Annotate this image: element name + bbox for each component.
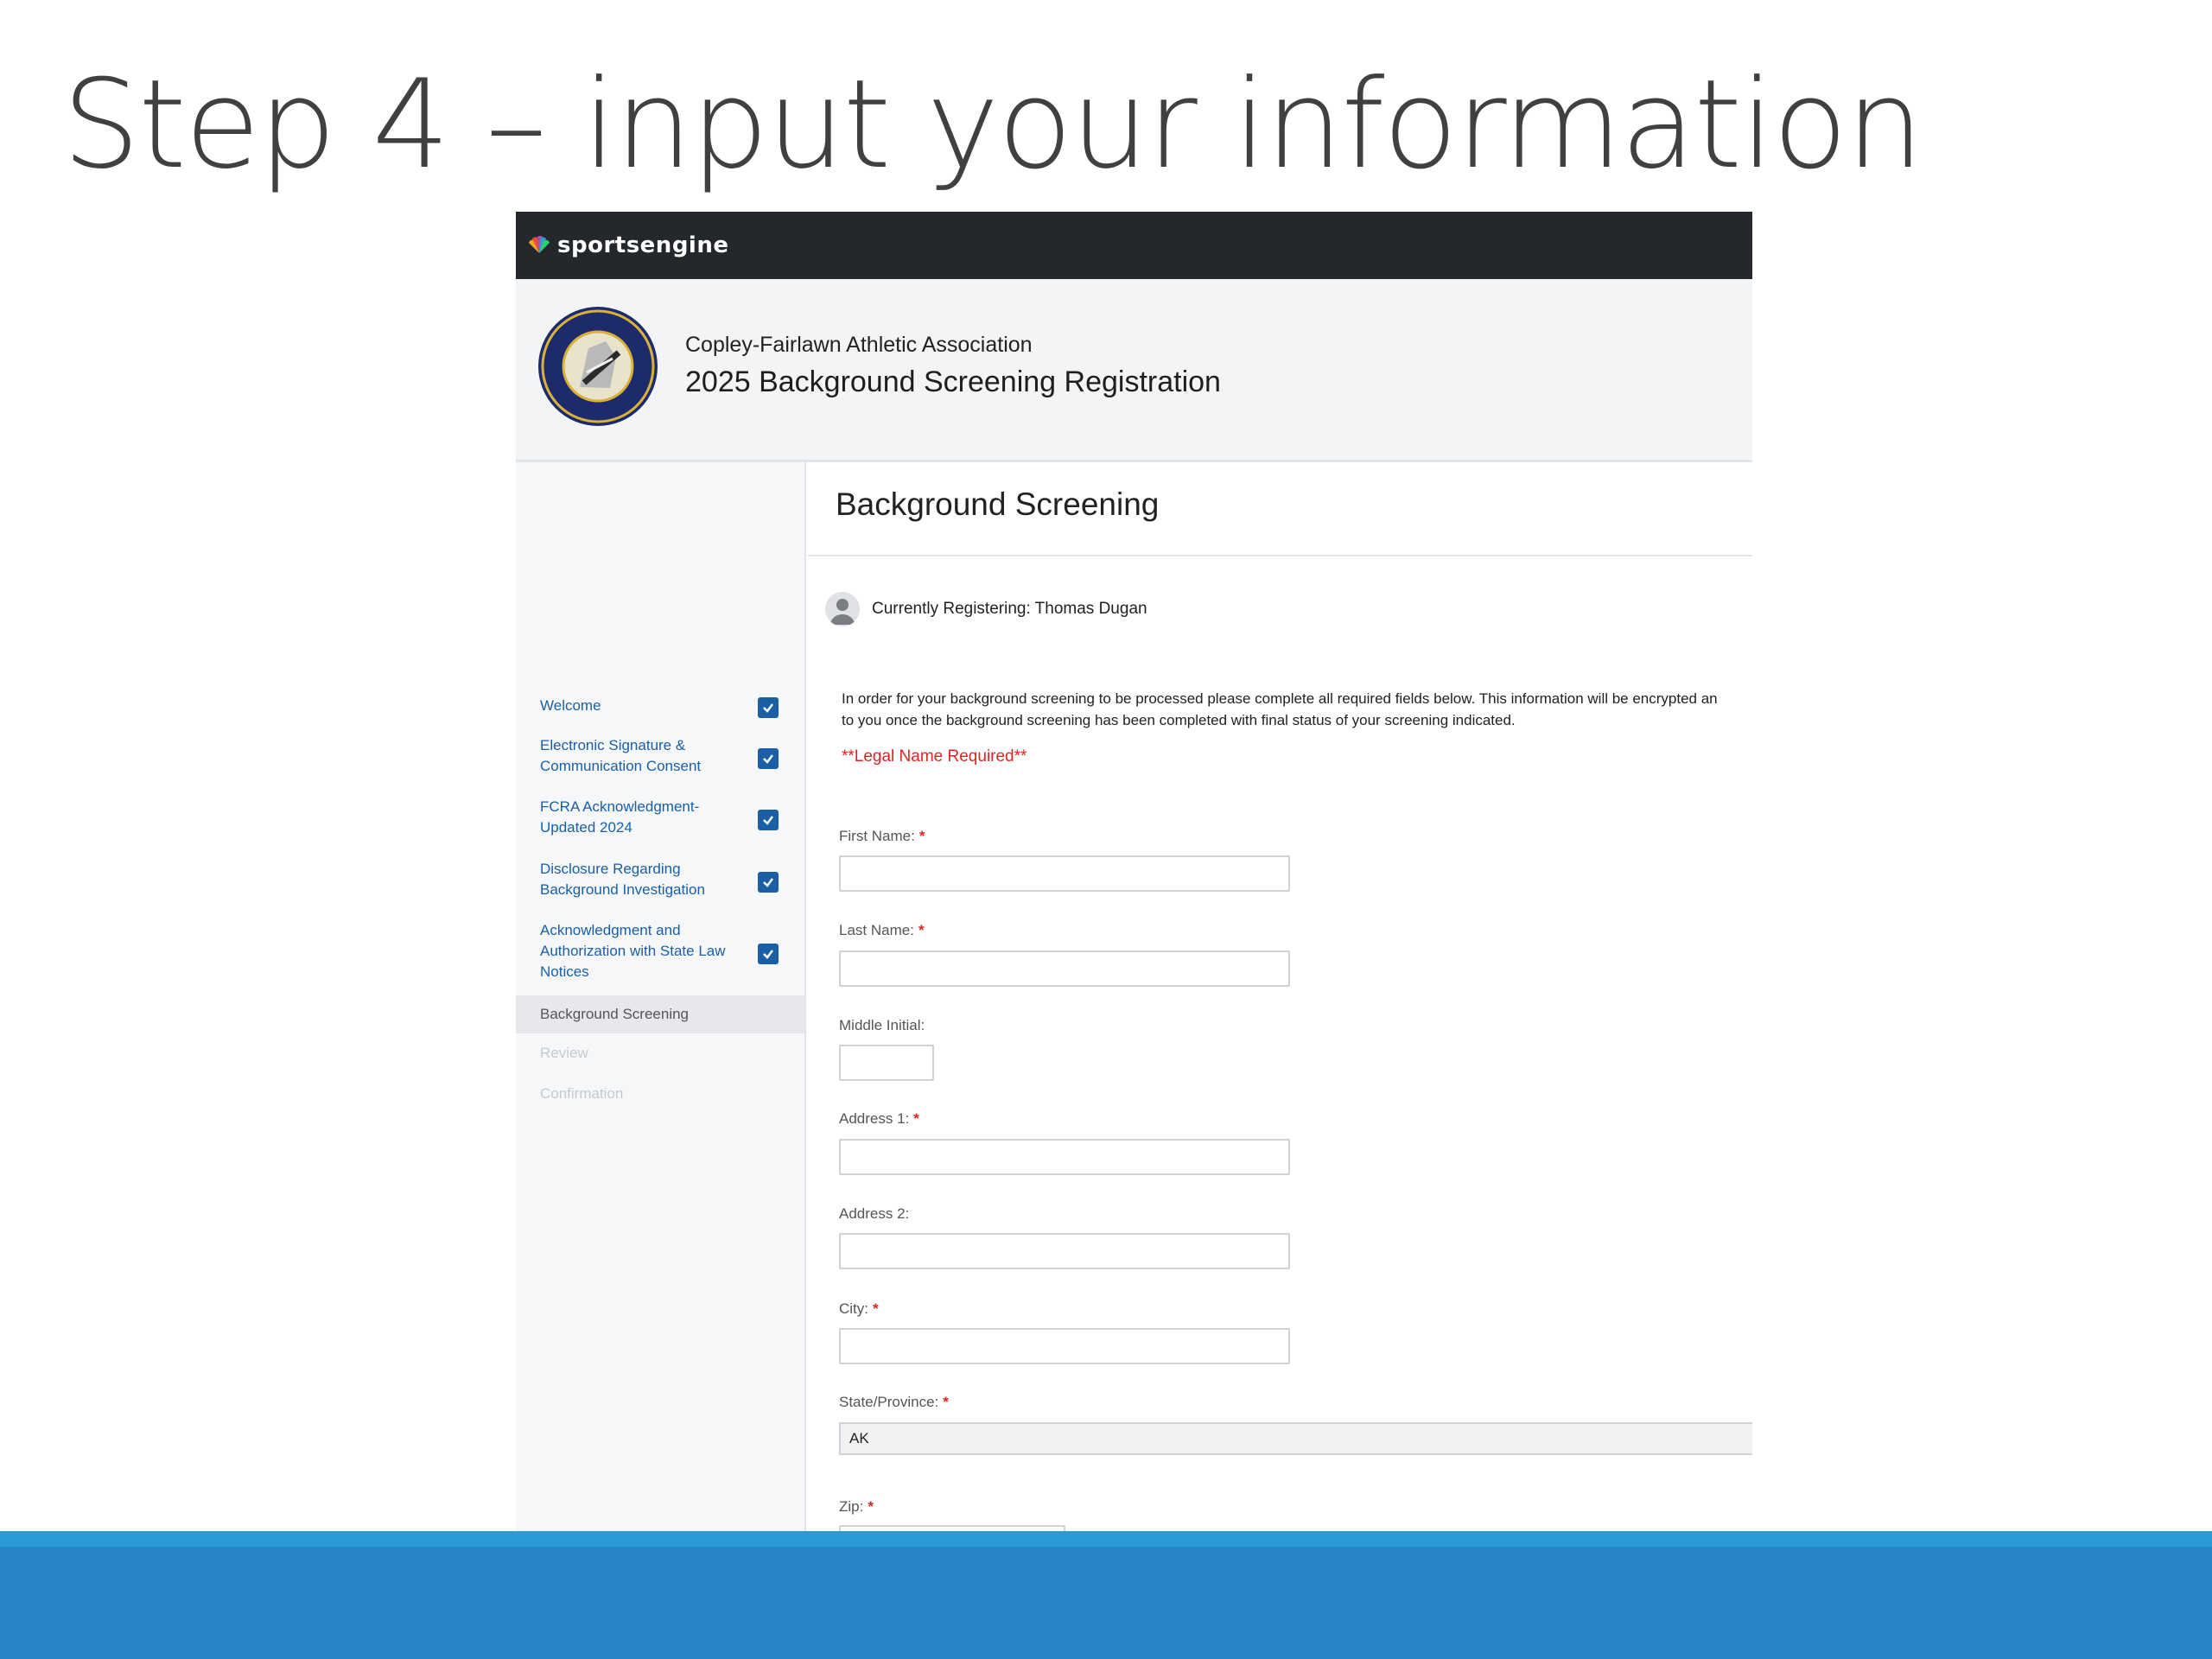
last-name-label-text: Last Name:	[839, 922, 914, 938]
zip-label-text: Zip:	[839, 1498, 864, 1515]
footer-band	[0, 1547, 2212, 1659]
brand-name: sportsengine	[557, 232, 729, 258]
checkbox-checked-icon	[758, 810, 779, 830]
first-name-label: First Name: *	[839, 828, 925, 845]
zip-label: Zip: *	[839, 1498, 874, 1516]
checkbox-checked-icon	[758, 944, 779, 964]
address1-label: Address 1: *	[839, 1110, 919, 1128]
divider	[808, 555, 1752, 556]
section-title: Background Screening	[836, 486, 1160, 522]
org-name: Copley-Fairlawn Athletic Association	[685, 333, 1033, 357]
sidebar-item-welcome[interactable]: Welcome	[540, 696, 747, 716]
user-avatar-icon	[825, 592, 860, 626]
instructions-line: In order for your background screening t…	[842, 690, 1718, 707]
org-crest-logo	[538, 307, 658, 426]
address1-input[interactable]	[839, 1139, 1290, 1175]
address2-input[interactable]	[839, 1233, 1290, 1269]
legal-name-notice: **Legal Name Required**	[842, 747, 1027, 766]
required-marker: *	[913, 1110, 919, 1127]
required-marker: *	[943, 1394, 949, 1410]
required-marker: *	[873, 1300, 879, 1317]
city-input[interactable]	[839, 1328, 1290, 1364]
city-label: City: *	[839, 1300, 879, 1318]
first-name-input[interactable]	[839, 855, 1290, 892]
nbc-peacock-icon	[529, 236, 550, 253]
sidebar-item-background-screening[interactable]: Background Screening	[516, 995, 804, 1033]
step-sidebar: Welcome Electronic Signature & Communica…	[516, 462, 806, 1534]
sidebar-item-disclosure[interactable]: Disclosure Regarding Background Investig…	[540, 859, 747, 900]
footer-accent-line	[0, 1531, 2212, 1547]
address1-label-text: Address 1:	[839, 1110, 910, 1127]
middle-initial-label-text: Middle Initial:	[839, 1017, 925, 1033]
sportsengine-logo[interactable]: sportsengine	[526, 231, 729, 260]
required-marker: *	[918, 922, 925, 938]
address2-label: Address 2:	[839, 1205, 909, 1223]
middle-initial-input[interactable]	[839, 1045, 934, 1081]
address2-label-text: Address 2:	[839, 1205, 910, 1222]
registration-screenshot: sportsengine Copley-Fairlawn Athletic As…	[516, 212, 1752, 1534]
sidebar-item-review: Review	[540, 1045, 588, 1061]
last-name-input[interactable]	[839, 950, 1290, 987]
state-label: State/Province: *	[839, 1394, 949, 1411]
checkbox-checked-icon	[758, 748, 779, 769]
sidebar-item-fcra[interactable]: FCRA Acknowledgment- Updated 2024	[540, 797, 747, 838]
sidebar-item-acknowledgment[interactable]: Acknowledgment and Authorization with St…	[540, 920, 747, 982]
org-header: Copley-Fairlawn Athletic Association 202…	[516, 279, 1752, 462]
currently-registering: Currently Registering: Thomas Dugan	[872, 600, 1147, 618]
middle-initial-label: Middle Initial:	[839, 1017, 925, 1034]
state-select[interactable]: AK	[839, 1422, 1752, 1455]
last-name-label: Last Name: *	[839, 922, 925, 939]
slide-title: Step 4 – input your information	[62, 54, 1923, 196]
city-label-text: City:	[839, 1300, 868, 1317]
sidebar-item-esignature[interactable]: Electronic Signature & Communication Con…	[540, 735, 747, 777]
checkbox-checked-icon	[758, 697, 779, 718]
state-label-text: State/Province:	[839, 1394, 939, 1410]
sidebar-item-confirmation: Confirmation	[540, 1085, 624, 1102]
first-name-label-text: First Name:	[839, 828, 915, 844]
instructions-line: to you once the background screening has…	[842, 712, 1516, 728]
checkbox-checked-icon	[758, 872, 779, 893]
required-marker: *	[868, 1498, 874, 1515]
required-marker: *	[918, 828, 925, 844]
instructions-text: In order for your background screening t…	[842, 688, 1752, 731]
registration-title: 2025 Background Screening Registration	[685, 365, 1221, 398]
top-bar: sportsengine	[516, 212, 1752, 279]
